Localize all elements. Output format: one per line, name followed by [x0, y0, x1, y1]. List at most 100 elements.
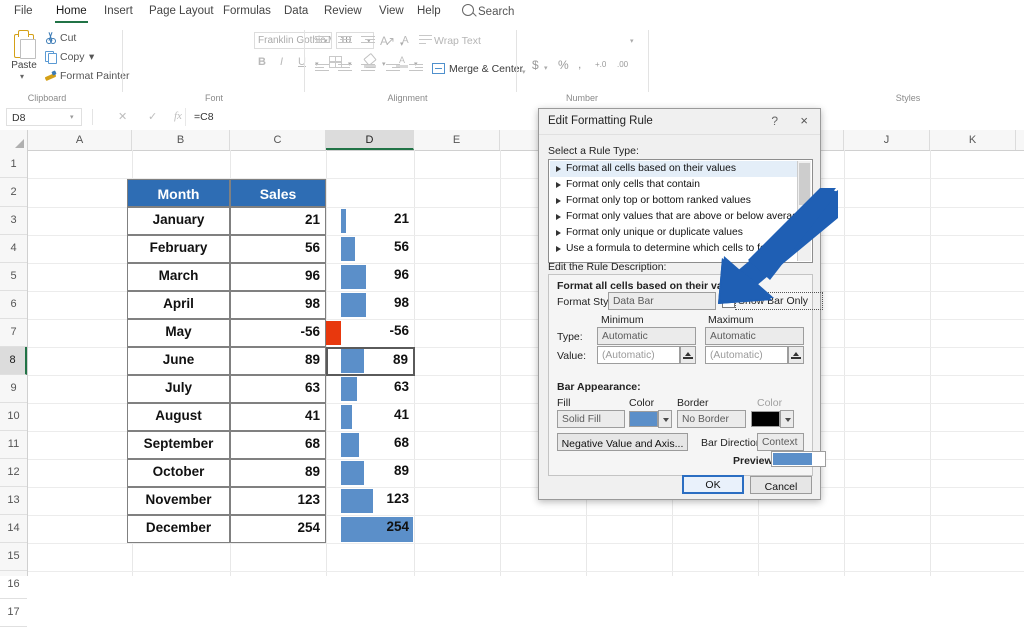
cell-c9[interactable]: 63 — [230, 375, 326, 403]
column-header-b[interactable]: B — [132, 130, 230, 150]
cell-c5[interactable]: 96 — [230, 263, 326, 291]
tab-data[interactable]: Data — [280, 3, 312, 19]
search-box[interactable]: Search — [462, 4, 514, 18]
border-color-swatch[interactable] — [751, 411, 780, 427]
maximum-value-picker-icon[interactable] — [788, 346, 804, 364]
row-header-15[interactable]: 15 — [0, 543, 27, 571]
cell-c4[interactable]: 56 — [230, 235, 326, 263]
row-header-5[interactable]: 5 — [0, 263, 27, 291]
cell-d6[interactable]: 98 — [326, 291, 414, 319]
cell-b9[interactable]: July — [127, 375, 230, 403]
paste-label[interactable]: Paste — [2, 60, 46, 71]
fill-select[interactable]: Solid Fill — [557, 410, 625, 428]
tab-file[interactable]: File — [10, 3, 37, 19]
minimum-value-input[interactable]: (Automatic) — [597, 346, 680, 364]
bar-direction-select[interactable]: Context — [757, 433, 804, 451]
align-top-icon[interactable] — [315, 36, 329, 46]
copy-icon[interactable] — [45, 51, 57, 63]
percent-icon[interactable]: % — [558, 58, 569, 72]
align-middle-icon[interactable] — [338, 36, 352, 46]
decrease-decimal-icon[interactable]: .00 — [617, 60, 628, 69]
row-header-10[interactable]: 10 — [0, 403, 27, 431]
cell-c2-sales[interactable]: Sales — [230, 179, 326, 207]
cell-c11[interactable]: 68 — [230, 431, 326, 459]
border-select[interactable]: No Border — [677, 410, 746, 428]
row-header-8[interactable]: 8 — [0, 347, 27, 375]
orientation-dropdown-icon[interactable]: ▾ — [400, 40, 404, 48]
cell-b11[interactable]: September — [127, 431, 230, 459]
rule-type-item-0[interactable]: Format all cells based on their values — [550, 161, 811, 177]
cancel-button[interactable]: Cancel — [750, 476, 812, 494]
maximum-type-select[interactable]: Automatic — [705, 327, 804, 345]
cell-b10[interactable]: August — [127, 403, 230, 431]
cell-d8-selected[interactable]: 89 — [326, 347, 415, 376]
merge-center-icon[interactable] — [432, 63, 445, 74]
decrease-indent-icon[interactable] — [386, 64, 400, 74]
cell-b4[interactable]: February — [127, 235, 230, 263]
cell-d5[interactable]: 96 — [326, 263, 414, 291]
insert-function-icon[interactable]: fx — [174, 110, 182, 122]
minimum-type-select[interactable]: Automatic — [597, 327, 696, 345]
wrap-text-icon[interactable] — [419, 35, 432, 46]
cut-icon[interactable] — [45, 32, 57, 44]
tab-review[interactable]: Review — [320, 3, 366, 19]
cell-d14[interactable]: 254 — [326, 515, 414, 543]
cell-b14[interactable]: December — [127, 515, 230, 543]
row-header-7[interactable]: 7 — [0, 319, 27, 347]
cell-b5[interactable]: March — [127, 263, 230, 291]
minimum-value-picker-icon[interactable] — [680, 346, 696, 364]
align-bottom-icon[interactable] — [361, 36, 375, 46]
tab-view[interactable]: View — [375, 3, 408, 19]
maximum-value-input[interactable]: (Automatic) — [705, 346, 788, 364]
fill-color-swatch[interactable] — [629, 411, 658, 427]
currency-icon[interactable]: $ — [532, 58, 539, 72]
row-header-12[interactable]: 12 — [0, 459, 27, 487]
row-header-17[interactable]: 17 — [0, 599, 27, 627]
increase-decimal-icon[interactable]: +.0 — [595, 60, 606, 69]
row-header-9[interactable]: 9 — [0, 375, 27, 403]
paste-icon[interactable] — [12, 30, 36, 58]
paste-dropdown-icon[interactable]: ▾ — [20, 72, 24, 81]
dialog-title-bar[interactable]: Edit Formatting Rule ? × — [539, 109, 820, 135]
cell-b3[interactable]: January — [127, 207, 230, 235]
align-center-icon[interactable] — [338, 64, 352, 74]
format-painter-icon[interactable] — [44, 70, 57, 82]
cell-c3[interactable]: 21 — [230, 207, 326, 235]
cell-d13[interactable]: 123 — [326, 487, 414, 515]
cell-d12[interactable]: 89 — [326, 459, 414, 487]
column-header-j[interactable]: J — [844, 130, 930, 150]
cancel-formula-icon[interactable]: ✕ — [118, 110, 127, 123]
merge-center-label[interactable]: Merge & Center — [449, 63, 523, 75]
column-header-a[interactable]: A — [28, 130, 132, 150]
cell-d10[interactable]: 41 — [326, 403, 414, 431]
increase-indent-icon[interactable] — [409, 64, 423, 74]
cell-d3[interactable]: 21 — [326, 207, 414, 235]
cell-b7[interactable]: May — [127, 319, 230, 347]
negative-value-axis-button[interactable]: Negative Value and Axis... — [557, 433, 688, 451]
column-header-c[interactable]: C — [230, 130, 326, 150]
number-format-dropdown-icon[interactable]: ▾ — [630, 37, 634, 45]
name-box-dropdown-icon[interactable]: ▾ — [70, 113, 74, 121]
fill-color-dropdown-icon[interactable] — [658, 410, 672, 428]
cell-c6[interactable]: 98 — [230, 291, 326, 319]
wrap-text-label[interactable]: Wrap Text — [434, 35, 481, 47]
cell-b13[interactable]: November — [127, 487, 230, 515]
copy-dropdown-icon[interactable]: ▾ — [89, 51, 94, 63]
row-header-14[interactable]: 14 — [0, 515, 27, 543]
currency-dropdown-icon[interactable]: ▾ — [544, 64, 548, 72]
align-right-icon[interactable] — [361, 64, 375, 74]
row-header-6[interactable]: 6 — [0, 291, 27, 319]
cell-d4[interactable]: 56 — [326, 235, 414, 263]
enter-formula-icon[interactable]: ✓ — [148, 110, 157, 123]
cell-c8[interactable]: 89 — [230, 347, 326, 375]
tab-page-layout[interactable]: Page Layout — [145, 3, 218, 19]
column-header-d[interactable]: D — [326, 130, 414, 150]
column-header-e[interactable]: E — [414, 130, 500, 150]
tab-insert[interactable]: Insert — [100, 3, 137, 19]
cell-c10[interactable]: 41 — [230, 403, 326, 431]
row-header-11[interactable]: 11 — [0, 431, 27, 459]
column-header-l[interactable]: L — [1016, 130, 1024, 150]
select-all-corner[interactable] — [0, 130, 28, 150]
row-header-3[interactable]: 3 — [0, 207, 27, 235]
cell-b12[interactable]: October — [127, 459, 230, 487]
